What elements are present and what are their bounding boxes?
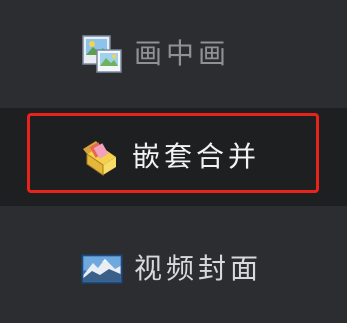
picture-in-picture-icon xyxy=(82,35,122,73)
nested-merge-folder-icon xyxy=(83,141,116,176)
menu-item-picture-in-picture[interactable]: 画中画 xyxy=(0,14,347,94)
video-cover-landscape-icon xyxy=(81,254,123,284)
side-menu: 画中画 嵌套合并 视频封面 xyxy=(0,0,347,323)
menu-item-label: 视频封面 xyxy=(134,252,263,285)
menu-item-video-cover[interactable]: 视频封面 xyxy=(0,225,347,313)
menu-item-nested-merge[interactable]: 嵌套合并 xyxy=(0,108,347,206)
menu-item-label: 嵌套合并 xyxy=(132,140,261,173)
menu-item-label: 画中画 xyxy=(134,37,231,70)
